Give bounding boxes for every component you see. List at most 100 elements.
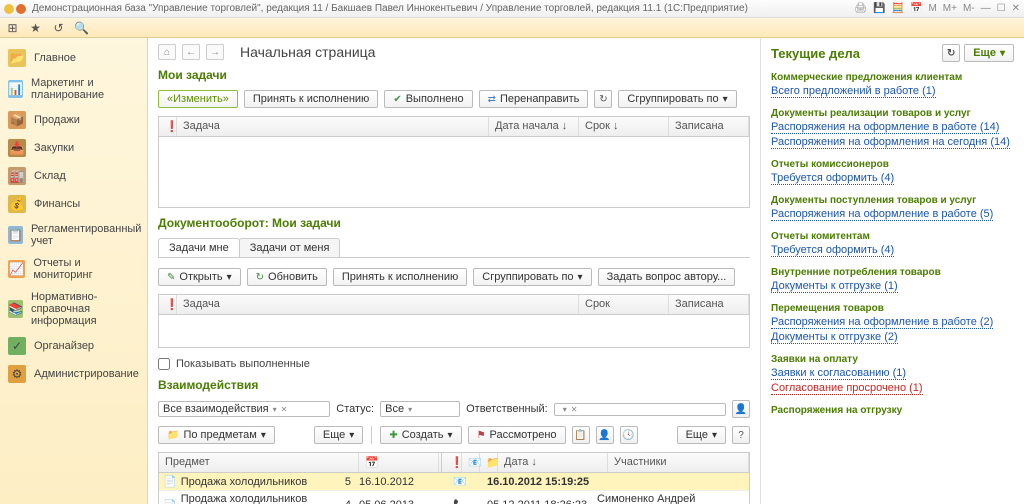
refresh-button-s2[interactable]: ↻Обновить — [247, 268, 327, 286]
my-tasks-title: Мои задачи — [158, 68, 750, 82]
col-flag3[interactable]: ❗ — [444, 453, 462, 472]
refresh-right[interactable]: ↻ — [942, 44, 960, 62]
sidebar-item-7[interactable]: 📈Отчеты и мониторинг — [0, 252, 147, 286]
col-type[interactable]: 📧 — [462, 453, 480, 472]
col-rec-2[interactable]: Записана — [669, 295, 749, 314]
forward-button-tasks[interactable]: ⇄Перенаправить — [479, 90, 589, 108]
sidebar-item-6[interactable]: 📋Регламентированный учет — [0, 218, 147, 252]
interaction-row[interactable]: 📄Продажа холодильников фирм405.06.2013📞0… — [159, 491, 749, 504]
mminus-label[interactable]: M- — [963, 3, 975, 14]
person-button[interactable]: 👤 — [732, 400, 750, 418]
col-flag-2[interactable]: ❗ — [159, 295, 177, 314]
interaction-type-combo[interactable]: Все взаимодействия▾✕ — [158, 401, 330, 417]
col-subj[interactable]: Предмет — [159, 453, 359, 472]
maximize-icon[interactable]: ☐ — [997, 3, 1006, 14]
group-link[interactable]: Требуется оформить (4) — [771, 172, 894, 185]
sidebar-icon-6: 📋 — [8, 226, 23, 244]
sidebar-item-8[interactable]: 📚Нормативно-справочная информация — [0, 286, 147, 332]
sidebar-item-9[interactable]: ✓Органайзер — [0, 332, 147, 360]
more-right-button[interactable]: Еще▾ — [677, 426, 726, 444]
group-link[interactable]: Распоряжения на оформление в работе (14) — [771, 121, 999, 134]
group-link[interactable]: Документы к отгрузке (1) — [771, 280, 898, 293]
accept-button-s2[interactable]: Принять к исполнению — [333, 268, 467, 286]
doc-flow-title: Документооборот: Мои задачи — [158, 216, 750, 230]
group-link[interactable]: Распоряжения на оформления на сегодня (1… — [771, 136, 1010, 149]
sidebar-item-1[interactable]: 📊Маркетинг и планирование — [0, 72, 147, 106]
more-left-button[interactable]: Еще▾ — [314, 426, 363, 444]
date-right: 16.10.2012 15:19:25 — [487, 476, 597, 488]
col-task-2[interactable]: Задача — [177, 295, 579, 314]
interaction-row[interactable]: 📄Продажа холодильников516.10.2012📧16.10.… — [159, 473, 749, 491]
minimize-icon[interactable]: — — [981, 3, 991, 14]
group-link[interactable]: Согласование просрочено (1) — [771, 382, 923, 395]
apps-icon[interactable]: ⊞ — [6, 21, 19, 34]
sidebar-item-5[interactable]: 💰Финансы — [0, 190, 147, 218]
group-link[interactable]: Распоряжения на оформление в работе (2) — [771, 316, 993, 329]
interactions-title: Взаимодействия — [158, 378, 750, 392]
group-button-s2[interactable]: Сгруппировать по▾ — [473, 268, 591, 286]
create-button[interactable]: ✚Создать▾ — [380, 426, 461, 444]
close-icon[interactable]: ✕ — [1012, 3, 1020, 14]
status-label: Статус: — [336, 403, 374, 415]
col-due[interactable]: Срок ↓ — [579, 117, 669, 136]
col-start[interactable]: Дата начала ↓ — [489, 117, 579, 136]
by-subject-button[interactable]: 📁По предметам▾ — [158, 426, 275, 444]
save-icon[interactable]: 💾 — [873, 3, 885, 14]
col-date1[interactable]: 📅 — [359, 453, 439, 472]
sidebar-item-3[interactable]: 📥Закупки — [0, 134, 147, 162]
group-link[interactable]: Документы к отгрузке (2) — [771, 331, 898, 344]
col-part[interactable]: Участники — [608, 453, 749, 472]
help-button[interactable]: ? — [732, 426, 750, 444]
reviewed-button[interactable]: ⚑Рассмотрено — [468, 426, 566, 444]
home-button[interactable]: ⌂ — [158, 44, 176, 60]
copy-icon[interactable]: 📋 — [572, 426, 590, 444]
col-date2[interactable]: Дата ↓ — [498, 453, 608, 472]
show-done-checkbox[interactable] — [158, 358, 170, 370]
search-icon[interactable]: 🔍 — [75, 21, 88, 34]
sidebar-item-2[interactable]: 📦Продажи — [0, 106, 147, 134]
col-rec[interactable]: Записана — [669, 117, 749, 136]
sidebar-item-0[interactable]: 📂Главное — [0, 44, 147, 72]
group-link[interactable]: Требуется оформить (4) — [771, 244, 894, 257]
tab-from-me[interactable]: Задачи от меня — [239, 238, 341, 257]
group-title: Распоряжения на отгрузку — [771, 405, 1014, 416]
print-icon[interactable]: 🖨 — [854, 3, 867, 14]
date-left: 16.10.2012 — [351, 476, 421, 488]
m-label[interactable]: M — [928, 3, 936, 14]
sidebar-icon-0: 📂 — [8, 49, 26, 67]
change-button[interactable]: «Изменить» — [158, 90, 238, 108]
date-left: 05.06.2013 — [351, 499, 421, 504]
sidebar-icon-1: 📊 — [8, 80, 23, 98]
back-button[interactable]: ← — [182, 44, 200, 60]
more-right[interactable]: Еще▾ — [964, 44, 1014, 62]
right-group: Перемещения товаровРаспоряжения на оформ… — [771, 303, 1014, 344]
sidebar-item-4[interactable]: 🏭Склад — [0, 162, 147, 190]
group-link[interactable]: Всего предложений в работе (1) — [771, 85, 936, 98]
refresh-button-s1[interactable]: ↻ — [594, 90, 612, 108]
col-task[interactable]: Задача — [177, 117, 489, 136]
calc-icon[interactable]: 🧮 — [892, 3, 904, 14]
clock-icon[interactable]: 🕓 — [620, 426, 638, 444]
mplus-label[interactable]: M+ — [943, 3, 957, 14]
history-icon[interactable]: ↺ — [52, 21, 65, 34]
ask-author-button[interactable]: Задать вопрос автору... — [598, 268, 736, 286]
user-icon[interactable]: 👤 — [596, 426, 614, 444]
group-link[interactable]: Заявки к согласованию (1) — [771, 367, 906, 380]
sidebar-item-10[interactable]: ⚙Администрирование — [0, 360, 147, 388]
done-button[interactable]: ✔Выполнено — [384, 90, 472, 108]
favorites-icon[interactable]: ★ — [29, 21, 42, 34]
calendar-icon[interactable]: 📅 — [910, 3, 922, 14]
accept-button[interactable]: Принять к исполнению — [244, 90, 378, 108]
col-flag[interactable]: ❗ — [159, 117, 177, 136]
col-folder[interactable]: 📁 — [480, 453, 498, 472]
right-group: Документы поступления товаров и услугРас… — [771, 195, 1014, 221]
status-combo[interactable]: Все▾ — [380, 401, 460, 417]
responsible-combo[interactable]: ▾✕ — [554, 403, 726, 416]
forward-button[interactable]: → — [206, 44, 224, 60]
open-button[interactable]: ✎Открыть▾ — [158, 268, 241, 286]
group-by-button[interactable]: Сгруппировать по▾ — [618, 90, 736, 108]
col-due-2[interactable]: Срок — [579, 295, 669, 314]
titlebar: Демонстрационная база "Управление торгов… — [0, 0, 1024, 18]
group-link[interactable]: Распоряжения на оформление в работе (5) — [771, 208, 993, 221]
tab-to-me[interactable]: Задачи мне — [158, 238, 240, 257]
